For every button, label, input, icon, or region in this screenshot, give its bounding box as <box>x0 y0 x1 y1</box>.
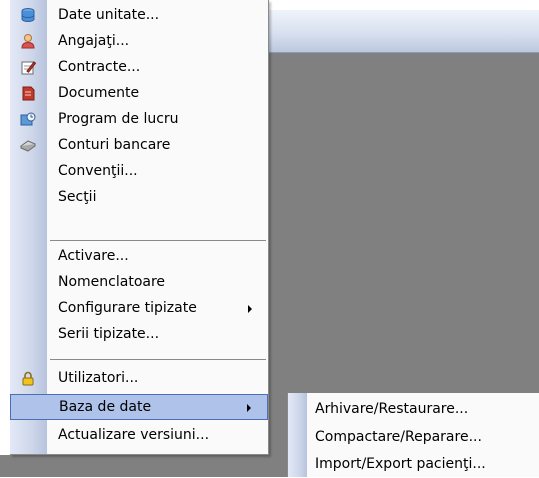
menu-item-label: Nomenclatoare <box>58 274 166 290</box>
bank-card-icon <box>19 137 37 153</box>
menu-separator <box>50 240 266 241</box>
menu-item-program-de-lucru[interactable]: Program de lucru <box>10 107 268 133</box>
menu-item-label: Date unitate... <box>58 7 160 23</box>
menu-item-label: Contracte... <box>58 59 141 75</box>
menu-item-angajati[interactable]: Angajaţi... <box>10 29 268 55</box>
menu-item-label: Serii tipizate... <box>58 326 160 342</box>
menu-item-utilizatori[interactable]: Utilizatori... <box>10 366 268 392</box>
menu-item-actualizare-versiuni[interactable]: Actualizare versiuni... <box>10 423 268 449</box>
menu-item-label: Actualizare versiuni... <box>58 427 210 443</box>
submenu-item-compactare-reparare[interactable]: Compactare/Reparare... <box>288 423 539 451</box>
menu-item-label: Angajaţi... <box>58 33 130 49</box>
submenu-item-import-export-pacienti[interactable]: Import/Export pacienţi... <box>288 450 539 478</box>
menu-item-label: Compactare/Reparare... <box>315 429 482 445</box>
menu-item-contracte[interactable]: Contracte... <box>10 55 268 81</box>
submenu-arrow-icon <box>247 404 251 412</box>
menu-item-documente[interactable]: Documente <box>10 81 268 107</box>
menu-item-label: Secţii <box>58 189 97 205</box>
contract-icon <box>20 59 37 75</box>
menu-item-activare[interactable]: Activare... <box>10 244 268 270</box>
window-title-bar <box>268 10 539 53</box>
menu-item-baza-de-date[interactable]: Baza de date <box>10 394 268 420</box>
menu-item-label: Documente <box>58 85 140 101</box>
menu-item-label: Activare... <box>58 248 129 264</box>
menu-item-label: Baza de date <box>59 399 152 415</box>
menu-item-date-unitate[interactable]: Date unitate... <box>10 3 268 29</box>
main-dropdown-menu: Date unitate... Angajaţi... Contracte... <box>10 0 269 455</box>
schedule-icon <box>20 111 36 127</box>
menu-item-conturi-bancare[interactable]: Conturi bancare <box>10 133 268 159</box>
baza-de-date-submenu: Arhivare/Restaurare... Compactare/Repara… <box>287 393 539 477</box>
menu-item-sectii[interactable]: Secţii <box>10 185 268 211</box>
mdi-client-area-strip <box>0 455 268 477</box>
submenu-arrow-icon <box>248 305 252 313</box>
menu-item-configurare-tipizate[interactable]: Configurare tipizate <box>10 296 268 322</box>
menu-item-conventii[interactable]: Convenţii... <box>10 159 268 185</box>
menu-item-label: Import/Export pacienţi... <box>315 456 486 472</box>
menu-separator <box>50 359 266 360</box>
menu-item-nomenclatoare[interactable]: Nomenclatoare <box>10 270 268 296</box>
menu-item-serii-tipizate[interactable]: Serii tipizate... <box>10 322 268 348</box>
submenu-item-arhivare-restaurare[interactable]: Arhivare/Restaurare... <box>288 395 539 423</box>
menu-item-label: Program de lucru <box>58 111 179 127</box>
documents-icon <box>20 85 36 101</box>
menu-item-label: Conturi bancare <box>58 137 171 153</box>
menu-item-label: Convenţii... <box>58 163 138 179</box>
lock-icon <box>20 370 36 386</box>
database-icon <box>20 7 36 23</box>
menu-item-label: Utilizatori... <box>58 370 139 386</box>
menu-item-label: Arhivare/Restaurare... <box>315 401 469 417</box>
user-icon <box>20 33 36 49</box>
menu-item-label: Configurare tipizate <box>58 300 197 316</box>
